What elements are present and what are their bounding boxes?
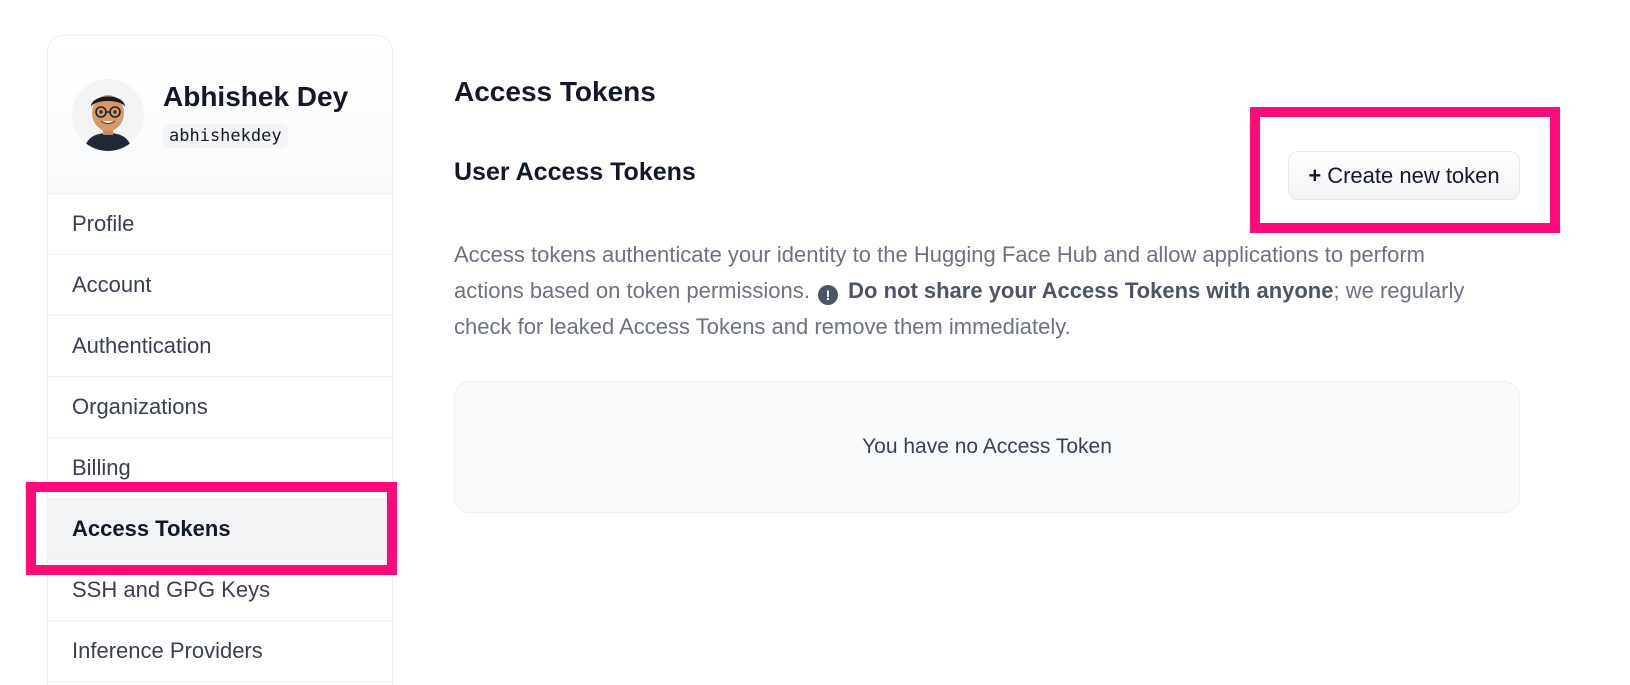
description-bold-3: with anyone	[1200, 278, 1334, 303]
plus-icon: +	[1308, 162, 1322, 188]
sidebar-item-organizations[interactable]: Organizations	[48, 377, 392, 438]
description-bold-1: Do not share your	[848, 278, 1042, 303]
token-list-empty-state: You have no Access Token	[454, 381, 1520, 513]
create-new-token-label: Create new token	[1327, 162, 1500, 188]
settings-page: Abhishek Dey abhishekdey Profile Account…	[0, 0, 1630, 685]
sidebar-item-authentication[interactable]: Authentication	[48, 316, 392, 377]
profile-header: Abhishek Dey abhishekdey	[48, 36, 392, 194]
sidebar-item-billing[interactable]: Billing	[48, 438, 392, 499]
description-bold-2: Access Tokens	[1041, 278, 1201, 303]
page-title: Access Tokens	[454, 76, 656, 107]
sidebar-item-inference-providers[interactable]: Inference Providers	[48, 621, 392, 682]
section-title: User Access Tokens	[454, 158, 696, 186]
exclamation-icon: !	[818, 285, 838, 305]
sidebar-item-profile[interactable]: Profile	[48, 194, 392, 255]
sidebar-item-ssh-gpg-keys[interactable]: SSH and GPG Keys	[48, 560, 392, 621]
sidebar-item-access-tokens[interactable]: Access Tokens	[48, 499, 392, 560]
access-token-description: Access tokens authenticate your identity…	[454, 237, 1484, 345]
avatar[interactable]	[72, 79, 144, 151]
user-handle: abhishekdey	[163, 124, 288, 148]
settings-sidebar: Abhishek Dey abhishekdey Profile Account…	[47, 35, 393, 685]
empty-state-message: You have no Access Token	[862, 435, 1112, 458]
sidebar-item-account[interactable]: Account	[48, 255, 392, 316]
create-new-token-button[interactable]: + Create new token	[1288, 151, 1520, 200]
user-name: Abhishek Dey	[163, 81, 349, 112]
